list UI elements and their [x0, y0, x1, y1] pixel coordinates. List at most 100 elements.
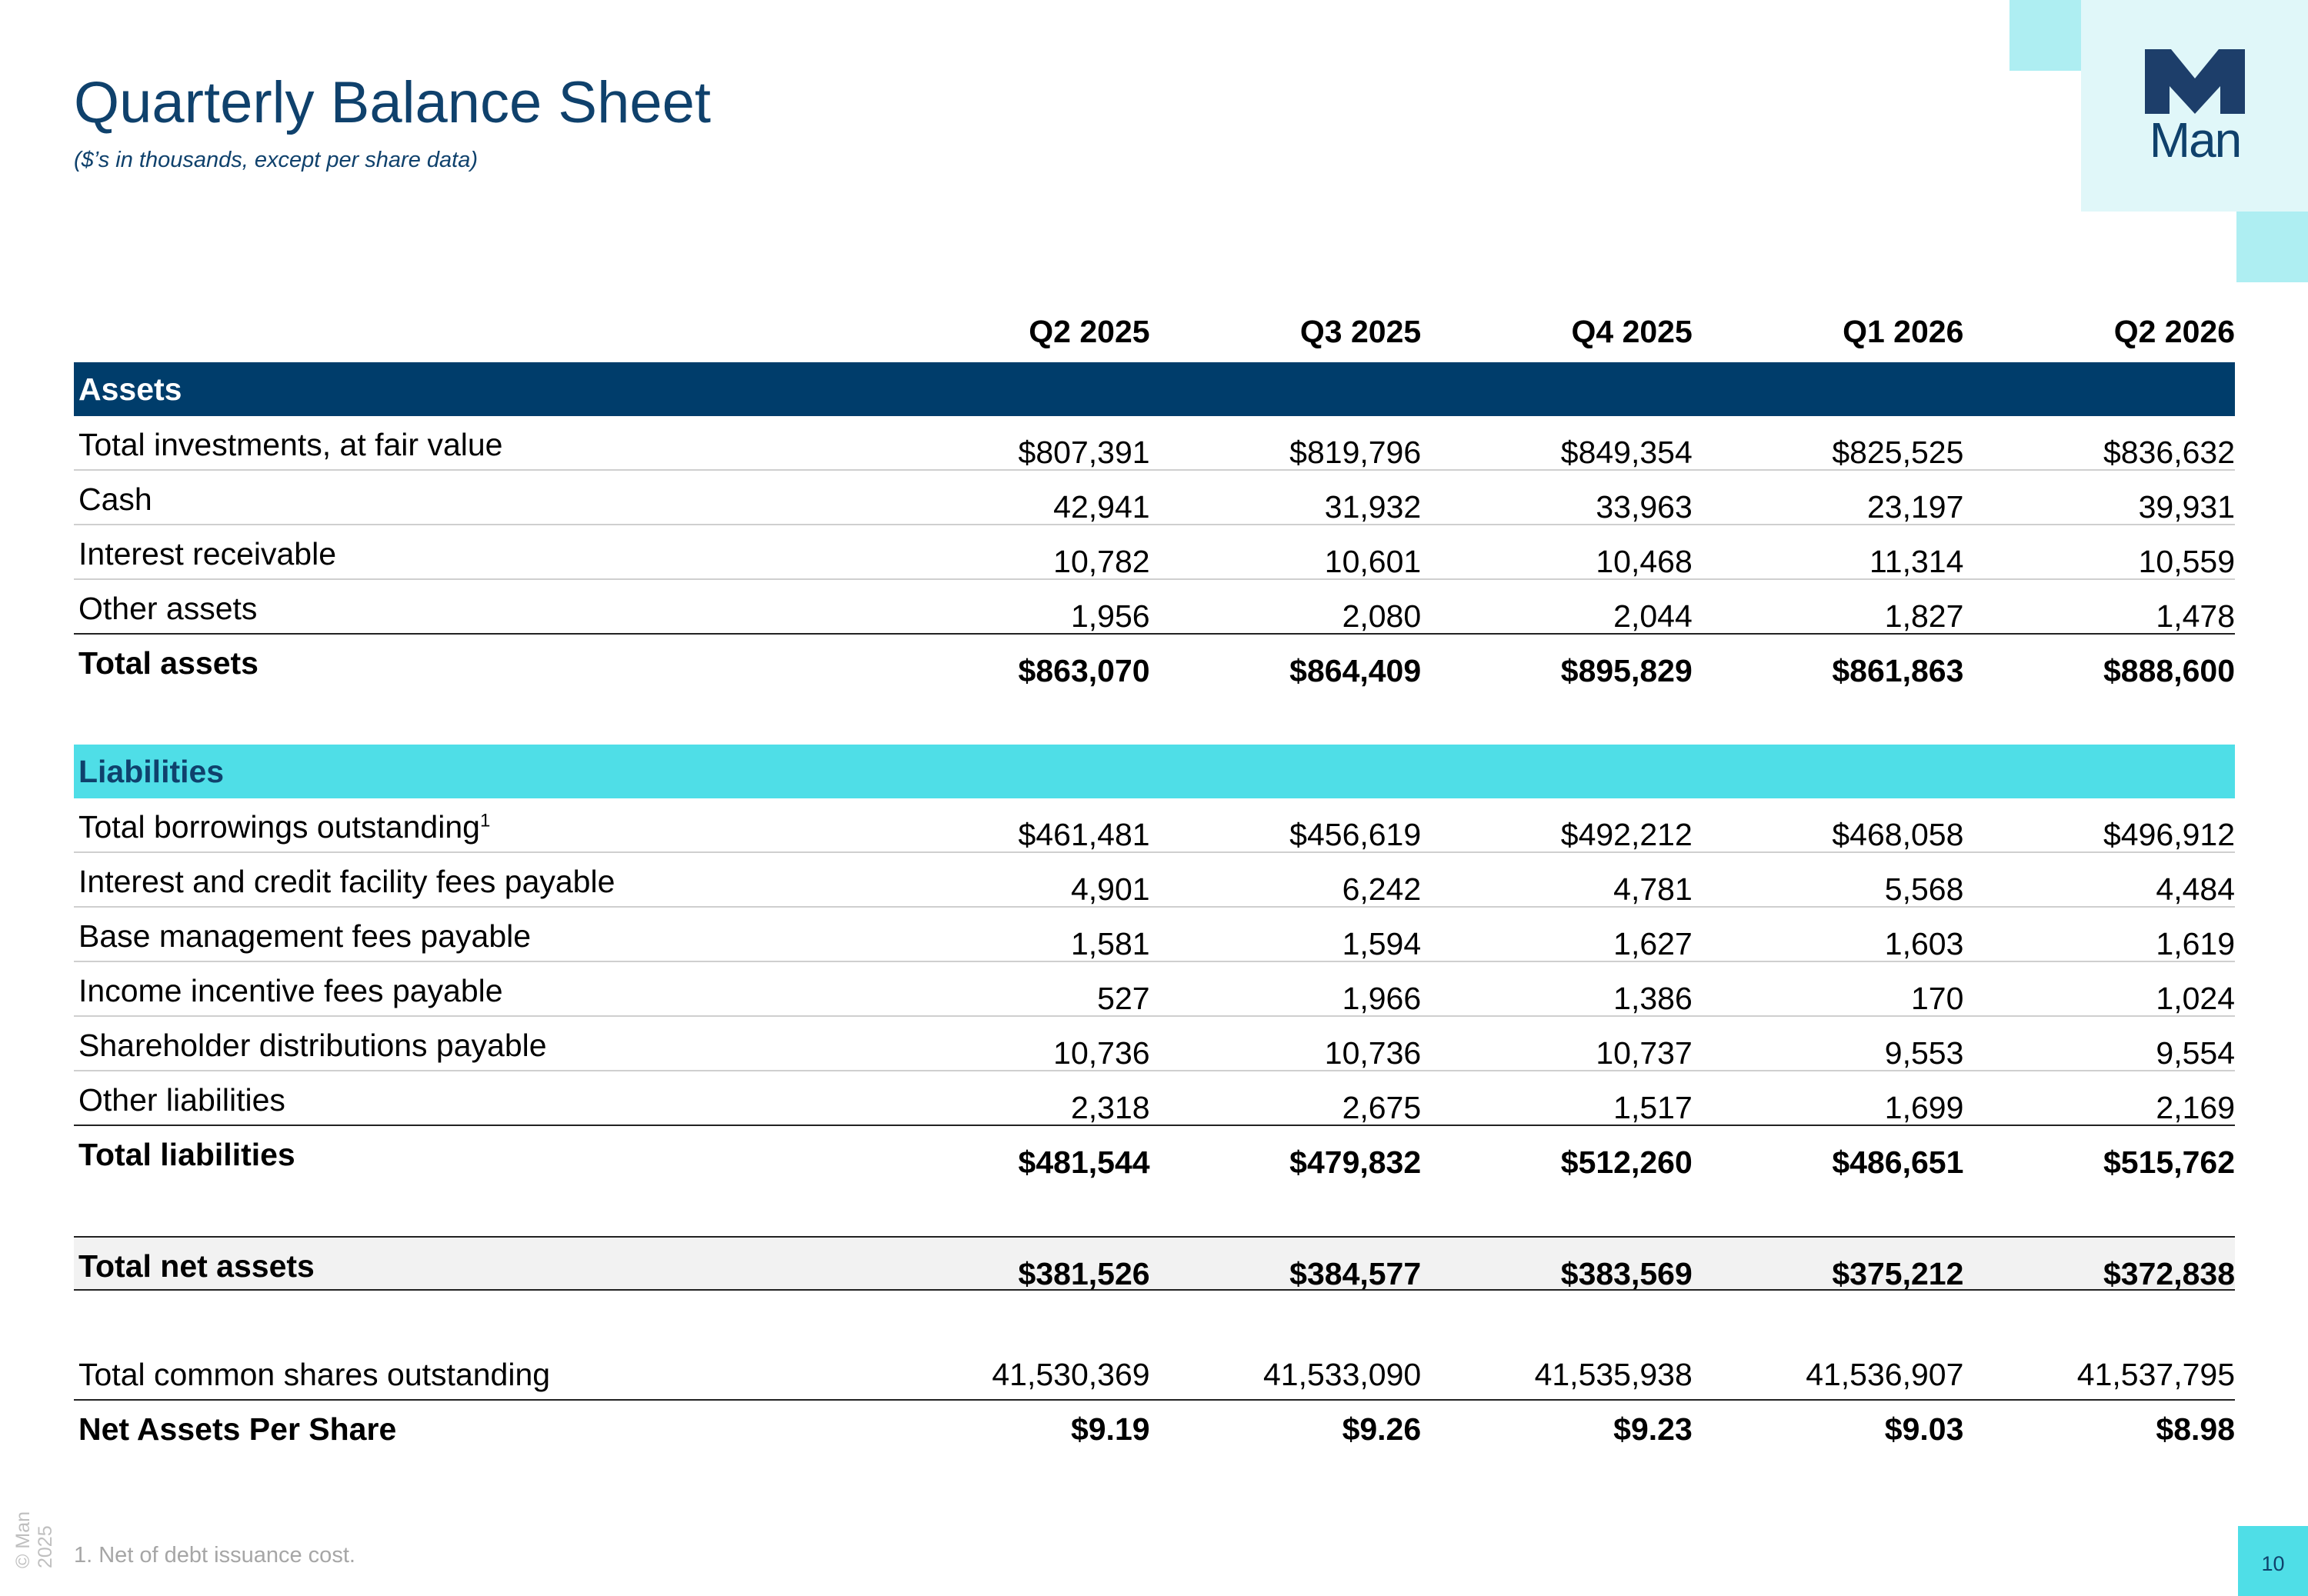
table-cell: $9.03: [1884, 1411, 1964, 1447]
column-header: Q1 2026: [1843, 314, 1964, 349]
table-row: Base management fees payable 1,581 1,594…: [74, 908, 2235, 962]
table-cell: $381,526: [1018, 1256, 1150, 1291]
table-cell: 170: [1910, 981, 1964, 1016]
table-cell: 10,737: [1596, 1035, 1693, 1071]
table-cell: $375,212: [1832, 1256, 1964, 1291]
row-label: Net Assets Per Share: [78, 1411, 397, 1447]
table-cell: 10,559: [2138, 544, 2235, 579]
table-cell: 1,581: [1070, 926, 1150, 961]
table-cell: 10,736: [1324, 1035, 1422, 1071]
table-row: Other liabilities 2,318 2,675 1,517 1,69…: [74, 1071, 2235, 1126]
table-cell: 1,956: [1070, 598, 1150, 634]
column-header: Q4 2025: [1571, 314, 1693, 349]
table-cell: $863,070: [1018, 653, 1150, 688]
table-cell: 1,024: [2156, 981, 2235, 1016]
table-cell: 2,044: [1613, 598, 1693, 634]
table-cell: $9.23: [1613, 1411, 1693, 1447]
table-cell: 9,554: [2156, 1035, 2235, 1071]
table-row: Total borrowings outstanding1 $461,481 $…: [74, 798, 2235, 853]
page-title: Quarterly Balance Sheet: [74, 70, 712, 135]
table-cell: 33,963: [1596, 489, 1693, 525]
column-header: Q3 2025: [1299, 314, 1422, 349]
table-cell: 1,619: [2156, 926, 2235, 961]
table-cell: $825,525: [1832, 435, 1964, 470]
table-cell: 1,699: [1884, 1090, 1964, 1125]
row-label: Total investments, at fair value: [78, 427, 503, 462]
table-cell: 39,931: [2138, 489, 2235, 525]
table-cell: 4,484: [2156, 871, 2235, 907]
table-cell: $481,544: [1018, 1145, 1150, 1180]
row-label: Total liabilities: [78, 1137, 295, 1172]
table-cell: $864,409: [1289, 653, 1422, 688]
column-header: Q2 2026: [2113, 314, 2235, 349]
table-cell: $515,762: [2103, 1145, 2235, 1180]
shares-outstanding-row: Total common shares outstanding 41,530,3…: [74, 1346, 2235, 1401]
table-cell: $461,481: [1018, 817, 1150, 852]
table-cell: 42,941: [1053, 489, 1150, 525]
logo-decoration-block: [2236, 212, 2308, 282]
table-row: Shareholder distributions payable 10,736…: [74, 1017, 2235, 1071]
table-cell: $486,651: [1832, 1145, 1964, 1180]
table-cell: $888,600: [2103, 653, 2235, 688]
column-header-row: Q2 2025 Q3 2025 Q4 2025 Q1 2026 Q2 2026: [74, 308, 2235, 362]
table-cell: $383,569: [1560, 1256, 1693, 1291]
table-cell: 1,827: [1884, 598, 1964, 634]
table-cell: 6,242: [1342, 871, 1422, 907]
table-cell: 2,318: [1070, 1090, 1150, 1125]
row-label: Interest and credit facility fees payabl…: [78, 864, 615, 899]
table-cell: $807,391: [1018, 435, 1150, 470]
table-cell: 1,594: [1342, 926, 1422, 961]
row-label: Interest receivable: [78, 536, 337, 571]
table-cell: 1,517: [1613, 1090, 1693, 1125]
row-label: Other assets: [78, 591, 258, 626]
column-header: Q2 2025: [1029, 314, 1150, 349]
table-cell: 1,386: [1613, 981, 1693, 1016]
table-cell: $468,058: [1832, 817, 1964, 852]
table-row: Total investments, at fair value $807,39…: [74, 416, 2235, 471]
logo-decoration-block: [2009, 0, 2081, 71]
table-cell: 1,603: [1884, 926, 1964, 961]
table-cell: 2,675: [1342, 1090, 1422, 1125]
row-label: Shareholder distributions payable: [78, 1028, 547, 1063]
table-cell: 41,533,090: [1262, 1357, 1422, 1392]
table-cell: 41,536,907: [1806, 1357, 1964, 1392]
table-cell: $384,577: [1289, 1256, 1422, 1291]
table-cell: 5,568: [1884, 871, 1964, 907]
row-label: Total borrowings outstanding1: [74, 798, 879, 845]
table-cell: $861,863: [1832, 653, 1964, 688]
section-heading-liabilities: Liabilities: [74, 745, 2235, 798]
page-number: 10: [2261, 1552, 2285, 1575]
footnote: 1. Net of debt issuance cost.: [74, 1543, 355, 1568]
page-subtitle: ($’s in thousands, except per share data…: [74, 148, 479, 172]
table-cell: 4,901: [1070, 871, 1150, 907]
row-label-text: Total borrowings outstanding: [78, 809, 480, 845]
table-cell: 4,781: [1613, 871, 1693, 907]
table-cell: $836,632: [2103, 435, 2235, 470]
row-label: Total common shares outstanding: [78, 1357, 551, 1392]
table-cell: 10,468: [1596, 544, 1693, 579]
table-cell: $9.26: [1342, 1411, 1422, 1447]
row-label: Other liabilities: [78, 1082, 285, 1118]
table-cell: $456,619: [1289, 817, 1422, 852]
table-cell: 9,553: [1884, 1035, 1964, 1071]
section-heading-assets: Assets: [74, 362, 2235, 416]
table-cell: 41,537,795: [2076, 1357, 2235, 1392]
table-cell: $849,354: [1560, 435, 1693, 470]
table-cell: $492,212: [1560, 817, 1693, 852]
table-cell: $496,912: [2103, 817, 2235, 852]
total-liabilities-row: Total liabilities $481,544 $479,832 $512…: [74, 1126, 2235, 1181]
logo-wordmark: Man: [2149, 112, 2243, 168]
table-cell: $9.19: [1070, 1411, 1150, 1447]
m-logo-icon: [2145, 49, 2245, 114]
table-cell: 31,932: [1324, 489, 1422, 525]
table-row: Other assets 1,956 2,080 2,044 1,827 1,4…: [74, 580, 2235, 635]
table-cell: 2,169: [2156, 1090, 2235, 1125]
table-cell: 11,314: [1869, 544, 1964, 579]
table-cell: $512,260: [1560, 1145, 1693, 1180]
row-label: Total assets: [78, 645, 258, 681]
table-cell: $895,829: [1560, 653, 1693, 688]
copyright: © Man 2025: [12, 1511, 56, 1568]
table-cell: 10,782: [1053, 544, 1150, 579]
